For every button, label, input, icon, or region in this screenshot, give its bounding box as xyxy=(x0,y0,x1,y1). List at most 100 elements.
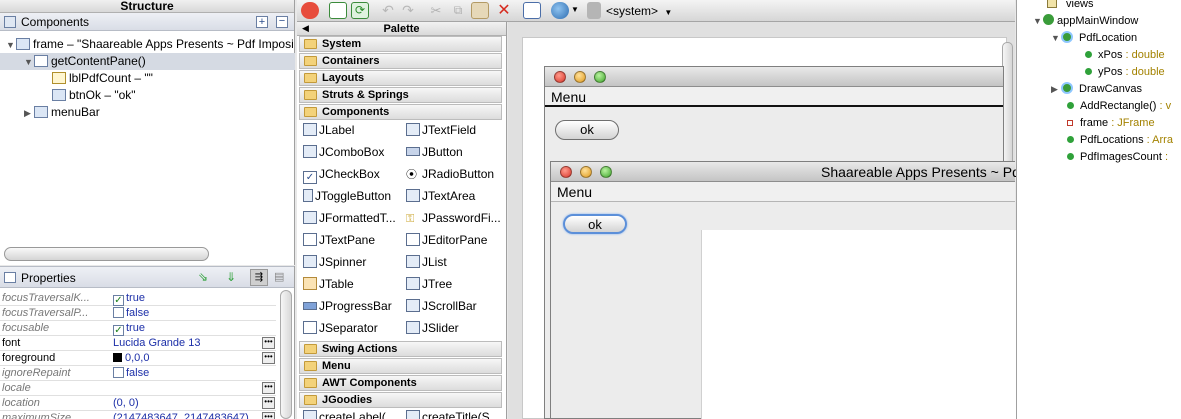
palette-item-jeditorpane[interactable]: JEditorPane xyxy=(406,230,487,250)
window-menubar[interactable]: Menu xyxy=(551,182,1015,202)
restore-default-icon[interactable]: ▤ xyxy=(274,270,289,285)
properties-toggle-icon[interactable] xyxy=(523,2,541,19)
look-and-feel-select[interactable]: <system> ▼ xyxy=(606,3,672,21)
undo-icon[interactable]: ↶ xyxy=(379,2,397,19)
window-menubar[interactable]: Menu xyxy=(545,87,1003,107)
palette-item-jtable[interactable]: JTable xyxy=(303,274,354,294)
palette-item-jpasswordfield[interactable]: ⚿ JPasswordFi... xyxy=(406,208,501,228)
property-row[interactable]: font Lucida Grande 13 ••• xyxy=(0,336,276,351)
palette-item-jtextpane[interactable]: JTextPane xyxy=(303,230,375,250)
palette-item-jlabel[interactable]: JLabel xyxy=(303,120,354,140)
property-value[interactable]: ✓ true xyxy=(113,291,258,306)
close-button-icon[interactable] xyxy=(560,166,572,178)
outline-row-appmainwindow[interactable]: ▼ appMainWindow xyxy=(1033,13,1138,30)
tree-node-menubar[interactable]: ▶ menuBar xyxy=(24,104,100,121)
palette-item-jcheckbox[interactable]: ✓ JCheckBox xyxy=(303,164,380,184)
window-titlebar[interactable] xyxy=(545,67,1003,87)
tree-node-frame[interactable]: ▼ frame – "Shaareable Apps Presents ~ Pdf… xyxy=(6,36,294,53)
paste-icon[interactable] xyxy=(471,2,489,19)
checkbox-unchecked-icon[interactable] xyxy=(113,307,124,318)
palette-item-jslider[interactable]: JSlider xyxy=(406,318,459,338)
menu-label[interactable]: Menu xyxy=(557,184,592,200)
test-gui-icon[interactable] xyxy=(301,2,319,19)
checkbox-checked-icon[interactable]: ✓ xyxy=(113,295,124,306)
design-window-main-frame[interactable]: Shaareable Apps Presents ~ Pdf Menu ok xyxy=(550,161,1024,419)
palette-item-jscrollbar[interactable]: JScrollBar xyxy=(406,296,477,316)
expand-triangle-icon[interactable]: ▼ xyxy=(24,54,34,71)
checkbox-checked-icon[interactable]: ✓ xyxy=(113,325,124,336)
outline-row-pdfimagescount[interactable]: PdfImagesCount : xyxy=(1067,149,1168,166)
palette-item-jprogressbar[interactable]: JProgressBar xyxy=(303,296,392,316)
minimize-button-icon[interactable] xyxy=(574,71,586,83)
ellipsis-button[interactable]: ••• xyxy=(262,352,275,364)
palette-item-jseparator[interactable]: JSeparator xyxy=(303,318,378,338)
structure-horizontal-scrollbar[interactable] xyxy=(4,247,209,261)
close-button-icon[interactable] xyxy=(554,71,566,83)
outline-row-drawcanvas[interactable]: ▶ DrawCanvas xyxy=(1051,81,1142,98)
zoom-button-icon[interactable] xyxy=(594,71,606,83)
property-row[interactable]: ignoreRepaint false xyxy=(0,366,276,381)
property-value[interactable]: false xyxy=(113,306,258,320)
property-row[interactable]: location (0, 0) ••• xyxy=(0,396,276,411)
outline-row-frame[interactable]: frame : JFrame xyxy=(1067,115,1155,132)
palette-item-jbutton[interactable]: JButton xyxy=(406,142,463,162)
tree-node-lblpdfcount[interactable]: lblPdfCount – "" xyxy=(52,70,153,87)
palette-item-jformattedtextfield[interactable]: JFormattedT... xyxy=(303,208,396,228)
outline-row-pdflocation[interactable]: ▼ PdfLocation xyxy=(1051,30,1137,47)
palette-item-jtree[interactable]: JTree xyxy=(406,274,452,294)
system-lnf-icon[interactable] xyxy=(587,2,601,19)
palette-item-jtextfield[interactable]: JTextField xyxy=(406,120,476,140)
window-titlebar[interactable]: Shaareable Apps Presents ~ Pdf xyxy=(551,162,1024,182)
expand-triangle-icon[interactable]: ▼ xyxy=(1033,13,1043,30)
property-row[interactable]: focusTraversalP... false xyxy=(0,306,276,321)
palette-category-system[interactable]: System xyxy=(299,36,502,52)
redo-icon[interactable]: ↷ xyxy=(399,2,417,19)
palette-category-menu[interactable]: Menu xyxy=(299,358,502,374)
source-view-icon[interactable] xyxy=(329,2,347,19)
palette-category-awt[interactable]: AWT Components xyxy=(299,375,502,391)
tree-node-btnok[interactable]: btnOk – "ok" xyxy=(52,87,136,104)
ok-button[interactable]: ok xyxy=(563,214,627,234)
palette-category-struts[interactable]: Struts & Springs xyxy=(299,87,502,103)
property-row[interactable]: maximumSize (2147483647, 2147483647) ••• xyxy=(0,411,276,419)
palette-category-layouts[interactable]: Layouts xyxy=(299,70,502,86)
property-row[interactable]: locale ••• xyxy=(0,381,276,396)
menu-label[interactable]: Menu xyxy=(551,89,586,105)
ellipsis-button[interactable]: ••• xyxy=(262,382,275,394)
tree-node-contentpane[interactable]: ▼ getContentPane() xyxy=(0,53,295,70)
refresh-icon[interactable]: ⟳ xyxy=(351,2,369,19)
draw-canvas-area[interactable] xyxy=(701,230,1016,419)
palette-category-swing-actions[interactable]: Swing Actions xyxy=(299,341,502,357)
show-advanced-icon[interactable]: ⇶ xyxy=(250,269,268,286)
delete-icon[interactable]: ✕ xyxy=(495,2,513,19)
expand-triangle-icon[interactable]: ▶ xyxy=(1051,81,1061,98)
property-value[interactable]: ✓ true xyxy=(113,321,258,336)
collapse-all-icon[interactable]: − xyxy=(276,16,288,28)
expand-triangle-icon[interactable]: ▼ xyxy=(6,37,16,54)
outline-row-addrectangle[interactable]: AddRectangle() : v xyxy=(1067,98,1171,115)
goto-code-icon[interactable]: ⇓ xyxy=(226,270,241,285)
copy-icon[interactable]: ⧉ xyxy=(449,2,467,19)
outline-row-views[interactable]: views xyxy=(1047,0,1094,13)
properties-vertical-scrollbar[interactable] xyxy=(280,290,292,419)
outline-row-xpos[interactable]: xPos : double xyxy=(1085,47,1165,64)
palette-item-jlist[interactable]: JList xyxy=(406,252,447,272)
property-row[interactable]: foreground 0,0,0 ••• xyxy=(0,351,276,366)
cut-icon[interactable]: ✂ xyxy=(427,2,445,19)
palette-category-components[interactable]: Components xyxy=(299,104,502,120)
property-value[interactable]: (2147483647, 2147483647) xyxy=(113,411,258,419)
outline-row-pdflocations[interactable]: PdfLocations : Arra xyxy=(1067,132,1173,149)
property-value[interactable]: false xyxy=(113,366,258,380)
palette-item-jradiobutton[interactable]: ⦿ JRadioButton xyxy=(406,164,494,184)
ok-button[interactable]: ok xyxy=(555,120,619,140)
look-and-feel-globe-icon[interactable] xyxy=(551,2,569,19)
property-row[interactable]: focusTraversalK... ✓ true xyxy=(0,291,276,306)
palette-category-jgoodies[interactable]: JGoodies xyxy=(299,392,502,408)
expand-all-icon[interactable]: + xyxy=(256,16,268,28)
outline-row-ypos[interactable]: yPos : double xyxy=(1085,64,1165,81)
ellipsis-button[interactable]: ••• xyxy=(262,397,275,409)
property-value[interactable]: 0,0,0 xyxy=(113,351,258,365)
zoom-button-icon[interactable] xyxy=(600,166,612,178)
design-canvas[interactable]: Menu ok Shaareable Apps Presents ~ Pdf M… xyxy=(508,22,1024,419)
expand-triangle-icon[interactable]: ▼ xyxy=(1051,30,1061,47)
